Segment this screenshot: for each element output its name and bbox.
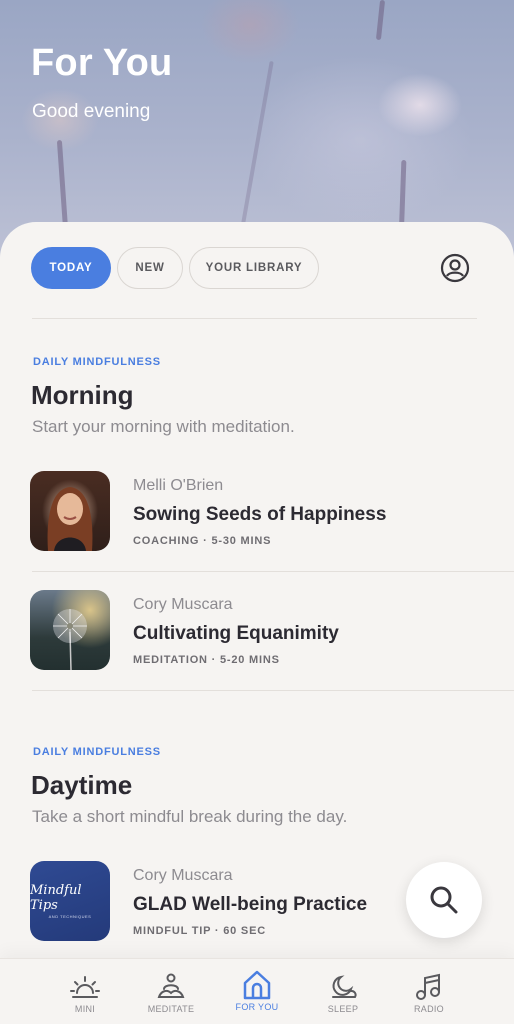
moon-cloud-icon [332,975,357,998]
nav-item-for-you[interactable]: FOR YOU [214,959,300,1024]
flower-stem [240,60,274,230]
divider [32,571,514,572]
item-thumbnail-dandelion [30,590,110,670]
nav-label: MINI [74,1004,96,1014]
item-author: Melli O'Brien [133,477,224,494]
section-eyebrow-morning: DAILY MINDFULNESS [33,356,161,368]
nav-label: RADIO [413,1004,444,1014]
nav-item-mini[interactable]: MINI [42,959,128,1024]
divider [32,690,514,691]
item-author: Cory Muscara [133,596,233,613]
portrait-image [47,487,93,551]
for-you-screen: For You Good evening TODAY NEW YOUR LIBR… [0,0,514,1024]
divider [32,318,477,319]
nav-item-sleep[interactable]: SLEEP [300,959,386,1024]
section-title-daytime: Daytime [31,770,133,800]
item-title: Sowing Seeds of Happiness [133,504,387,525]
music-note-icon [416,973,440,1000]
nav-label: SLEEP [327,1004,359,1014]
item-thumbnail-mindful-tips: Mindful Tips AND TECHNIQUES [30,861,110,941]
thumbnail-subtext: AND TECHNIQUES [48,914,92,919]
section-title-morning: Morning [31,380,134,410]
tab-today-label: TODAY [49,262,93,274]
nav-item-radio[interactable]: RADIO [386,959,472,1024]
search-icon [430,886,458,914]
search-button[interactable] [406,862,482,938]
tab-new-label: NEW [135,262,165,274]
nav-label: MEDITATE [147,1004,195,1014]
tab-your-library[interactable]: YOUR LIBRARY [189,247,319,289]
greeting-text: Good evening [32,101,151,122]
flower-stem [56,139,69,231]
meditate-icon [157,973,185,998]
section-eyebrow-daytime: DAILY MINDFULNESS [33,746,161,758]
nav-label: FOR YOU [235,1002,279,1012]
item-title: GLAD Well-being Practice [133,894,368,915]
item-thumbnail-portrait [30,471,110,551]
section-description-morning: Start your morning with meditation. [32,417,295,436]
tab-your-library-label: YOUR LIBRARY [205,262,303,274]
nav-item-meditate[interactable]: MEDITATE [128,959,214,1024]
item-meta: COACHING · 5-30 MINS [133,535,272,547]
thumbnail-text: Mindful Tips [30,883,82,913]
tab-today[interactable]: TODAY [31,247,111,289]
user-circle-icon[interactable] [440,253,470,283]
item-author: Cory Muscara [133,867,233,884]
dandelion-image [53,609,87,670]
page-title: For You [31,42,173,84]
section-description-daytime: Take a short mindful break during the da… [32,807,348,826]
sunrise-icon [70,976,100,998]
bottom-nav: MINI MEDITATE FOR YOU SLEEP RADIO [0,958,514,1024]
tab-new[interactable]: NEW [117,247,183,289]
item-meta: MINDFUL TIP · 60 SEC [133,925,266,937]
home-icon [243,970,271,1000]
item-title: Cultivating Equanimity [133,623,339,644]
item-meta: MEDITATION · 5-20 MINS [133,654,280,666]
flower-stem [375,0,386,41]
